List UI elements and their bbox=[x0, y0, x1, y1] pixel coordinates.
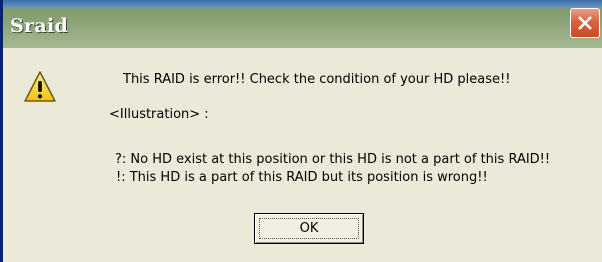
close-button[interactable] bbox=[570, 8, 600, 38]
window-top-strip bbox=[3, 0, 602, 8]
illustration-label: <Illustration> : bbox=[109, 107, 209, 122]
ok-button-label: OK bbox=[299, 221, 319, 236]
dialog-content: This RAID is error!! Check the condition… bbox=[3, 48, 602, 262]
error-dialog-window: Sraid This RAID is error!! Check the con… bbox=[0, 0, 602, 262]
legend-line: !: This HD is a part of this RAID but it… bbox=[116, 170, 488, 185]
warning-icon bbox=[24, 71, 56, 102]
legend-line: ?: No HD exist at this position or this … bbox=[115, 152, 551, 167]
close-icon bbox=[578, 16, 592, 30]
window-title: Sraid bbox=[10, 15, 69, 37]
ok-button[interactable]: OK bbox=[254, 213, 364, 244]
error-message: This RAID is error!! Check the condition… bbox=[123, 72, 511, 87]
title-bar[interactable]: Sraid bbox=[3, 8, 602, 48]
